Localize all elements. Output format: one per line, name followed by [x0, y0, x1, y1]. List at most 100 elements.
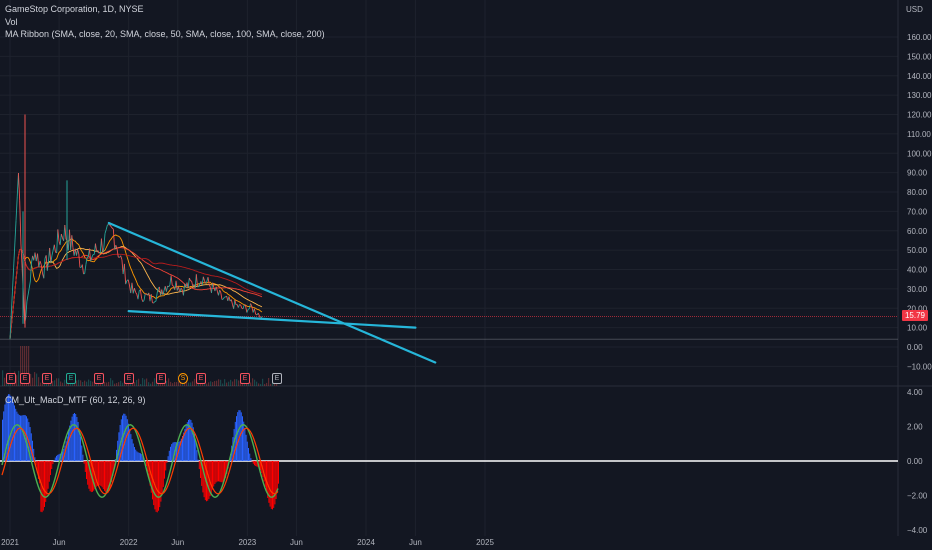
macd-bar [190, 420, 192, 461]
macd-bar [81, 445, 83, 461]
macd-bar [136, 451, 138, 461]
price-tick: 130.00 [907, 91, 932, 100]
event-marker[interactable]: E [20, 373, 30, 384]
price-tick: 140.00 [907, 72, 932, 81]
macd-bar [236, 416, 237, 461]
price-candle [26, 294, 29, 302]
macd-bar [82, 454, 84, 461]
volume-legend[interactable]: Vol [5, 17, 18, 27]
volume-bar [58, 378, 60, 386]
volume-bar [222, 383, 224, 386]
macd-bar [270, 461, 272, 509]
time-tick: 2022 [120, 538, 138, 547]
price-candle [211, 282, 214, 293]
event-marker[interactable]: E [156, 373, 166, 384]
macd-bar [71, 416, 73, 461]
volume-bar [148, 382, 150, 386]
macd-bar [140, 453, 141, 461]
volume-bar [2, 370, 4, 386]
macd-bar [216, 461, 218, 482]
price-candle [143, 293, 146, 301]
price-candle [141, 298, 144, 302]
price-candle [103, 233, 106, 248]
macd-bar [238, 410, 240, 461]
ma-ribbon-legend[interactable]: MA Ribbon (SMA, close, 20, SMA, close, 5… [5, 29, 325, 39]
price-tick: 30.00 [907, 285, 928, 294]
macd-bar [158, 461, 159, 511]
volume-bar [80, 380, 82, 386]
volume-bar [42, 383, 44, 386]
macd-bar [196, 450, 198, 461]
indicator-tick: 0.00 [907, 457, 923, 466]
macd-bar [254, 461, 255, 466]
macd-bar [57, 454, 59, 461]
price-candle [191, 281, 194, 287]
macd-bar [250, 458, 252, 461]
event-marker[interactable]: E [272, 373, 282, 384]
volume-bar [134, 382, 136, 386]
indicator-tick: −4.00 [907, 526, 928, 535]
macd-bar [51, 461, 53, 470]
macd-bar [273, 461, 275, 508]
event-marker[interactable]: E [124, 373, 134, 384]
volume-bar [84, 380, 86, 386]
volume-bar [208, 382, 210, 386]
macd-bar [210, 461, 212, 493]
volume-bar [136, 379, 138, 386]
chart-canvas[interactable]: 160.00 150.00 140.00 130.00 120.00 110.00 100.… [0, 0, 932, 550]
time-tick: Jun [171, 538, 184, 547]
event-marker[interactable]: E [42, 373, 52, 384]
event-marker[interactable]: E [6, 373, 16, 384]
volume-bar [112, 380, 114, 386]
price-candle [102, 247, 105, 253]
price-candle [230, 299, 233, 305]
volume-bar [256, 381, 258, 386]
macd-bar [170, 446, 171, 461]
volume-bar [106, 382, 108, 386]
macd-bar [42, 461, 44, 511]
macd-bar [69, 425, 71, 461]
macd-histogram [1, 394, 279, 513]
volume-bar [254, 379, 256, 386]
time-tick: Jun [409, 538, 422, 547]
volume-bar [88, 379, 90, 386]
price-candle [29, 262, 32, 282]
symbol-title[interactable]: GameStop Corporation, 1D, NYSE [5, 4, 144, 14]
price-candle [59, 233, 62, 245]
volume-bar [52, 381, 54, 386]
volume-bar [232, 381, 234, 386]
macd-bar [20, 415, 21, 461]
macd-bar [52, 461, 54, 465]
event-marker[interactable]: E [66, 373, 76, 384]
price-candle [168, 284, 171, 288]
trendlines[interactable] [107, 221, 437, 364]
volume-bar [82, 381, 84, 386]
macd-bar [171, 444, 173, 461]
price-candle [38, 260, 41, 268]
macd-bar [100, 461, 102, 486]
macd-bar [244, 427, 246, 461]
volume-bar [110, 378, 112, 386]
macd-bar [135, 449, 137, 461]
volume-bar [62, 382, 64, 386]
event-marker[interactable]: S [178, 373, 188, 384]
volume-bar [236, 379, 238, 386]
volume-bar [46, 383, 48, 386]
volume-bar [38, 377, 40, 386]
macd-bar [46, 461, 48, 496]
event-marker[interactable]: E [240, 373, 250, 384]
macd-bar [213, 461, 215, 487]
indicator-legend[interactable]: CM_Ult_MacD_MTF (60, 12, 26, 9) [5, 395, 146, 405]
volume-bar [32, 377, 34, 386]
event-marker[interactable]: E [94, 373, 104, 384]
macd-bar [12, 401, 14, 461]
time-tick: 2023 [238, 538, 256, 547]
macd-bar [219, 461, 221, 482]
time-tick: Jun [53, 538, 66, 547]
macd-bar [105, 461, 107, 493]
macd-bar [276, 461, 278, 492]
event-marker[interactable]: E [196, 373, 206, 384]
price-candle [78, 253, 81, 268]
volume-bar [250, 382, 252, 386]
price-tick: 50.00 [907, 246, 928, 255]
